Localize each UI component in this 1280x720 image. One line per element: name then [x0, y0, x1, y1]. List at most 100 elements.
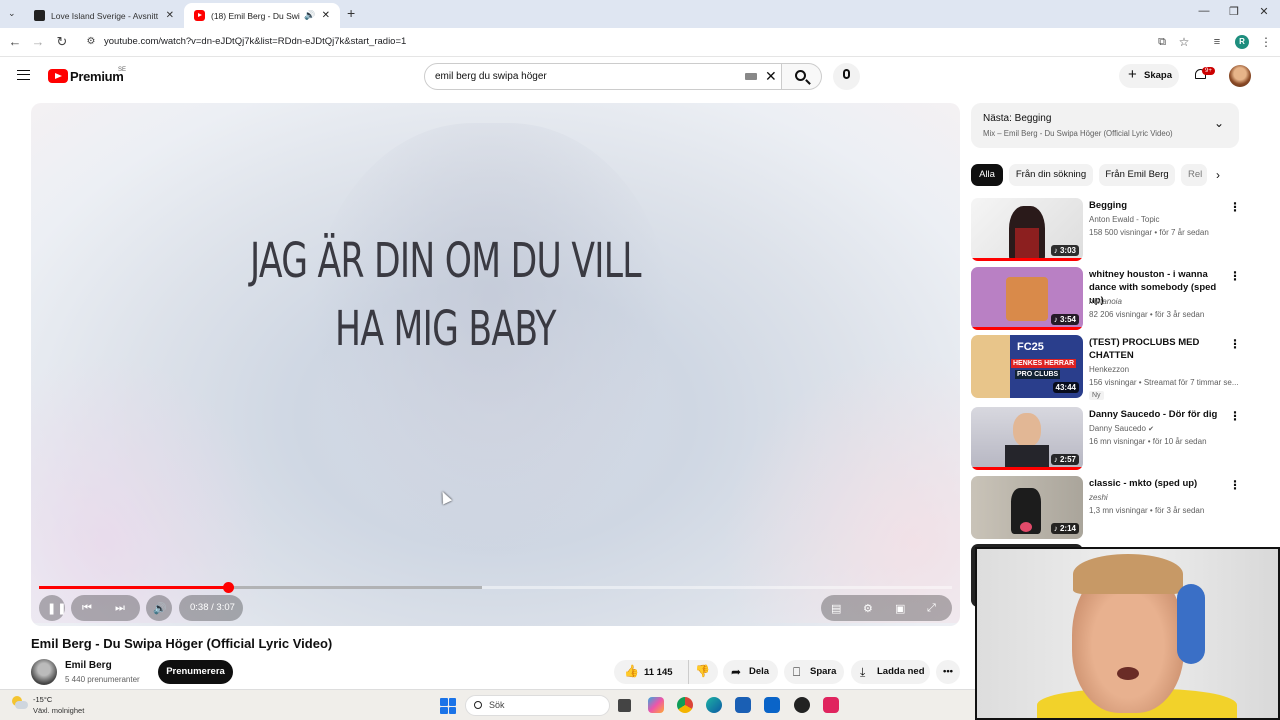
recommendation-title[interactable]: classic - mkto (sped up): [1089, 477, 1229, 490]
volume-button[interactable]: 🔊: [146, 595, 172, 621]
chevron-down-icon[interactable]: ⌄: [1214, 116, 1224, 130]
weather-temperature[interactable]: -15°C: [33, 695, 52, 704]
tab-emil-berg[interactable]: (18) Emil Berg - Du Swipa H 🔊 ✕: [184, 3, 340, 28]
menu-icon[interactable]: ⋮: [1257, 35, 1275, 49]
recommendation-channel[interactable]: zeshi: [1089, 493, 1108, 502]
video-thumbnail[interactable]: ♪ 2:14: [971, 476, 1083, 539]
minimize-icon[interactable]: —: [1194, 5, 1214, 17]
profile-avatar[interactable]: R: [1235, 35, 1249, 49]
close-window-icon[interactable]: ✕: [1254, 5, 1274, 18]
new-tab-button[interactable]: +: [347, 5, 355, 21]
tiktok-icon[interactable]: [823, 697, 839, 713]
clear-search-icon[interactable]: ✕: [765, 68, 777, 85]
video-player[interactable]: JAG ÄR DIN OM DU VILL HA MIG BABY ❚❚ ⏮ ⏭…: [31, 103, 960, 626]
install-app-icon[interactable]: ⧉: [1153, 36, 1171, 49]
save-button[interactable]: ⎕ Spara: [784, 660, 844, 684]
bookmark-star-icon[interactable]: ☆: [1175, 35, 1193, 49]
share-button[interactable]: ➦ Dela: [723, 660, 778, 684]
youtube-logo-icon[interactable]: [48, 69, 68, 83]
more-vertical-icon[interactable]: ⋮: [1229, 409, 1241, 423]
video-thumbnail[interactable]: ♪ 2:57: [971, 407, 1083, 470]
media-control-icon[interactable]: ≡: [1208, 36, 1226, 48]
recommendation-title[interactable]: Begging: [1089, 199, 1229, 212]
voice-search-button[interactable]: [833, 63, 860, 90]
recommendation-channel[interactable]: Danny Saucedo ✔: [1089, 424, 1154, 433]
recommendation-channel[interactable]: Anton Ewald - Topic: [1089, 215, 1160, 224]
recommendation-item[interactable]: FC25 HENKES HERRAR PRO CLUBS 43:44 (TEST…: [971, 335, 1241, 400]
more-vertical-icon[interactable]: ⋮: [1229, 337, 1241, 351]
playlist-next-panel[interactable]: Nästa: Begging Mix – Emil Berg - Du Swip…: [971, 103, 1239, 148]
video-thumbnail[interactable]: ♪ 3:03: [971, 198, 1083, 261]
bookmark-icon: ⎕: [793, 665, 801, 679]
tab-search-icon[interactable]: ⌄: [8, 8, 16, 19]
filter-chip-related[interactable]: Rel: [1181, 164, 1207, 186]
logo-text[interactable]: Premium: [70, 69, 124, 84]
next-icon[interactable]: ⏭: [115, 602, 125, 615]
tab-close-icon[interactable]: ✕: [166, 10, 174, 21]
lyric-line: HA MIG BABY: [335, 301, 556, 357]
chrome-icon[interactable]: [677, 697, 693, 713]
video-thumbnail[interactable]: ♪ 3:54: [971, 267, 1083, 330]
like-button[interactable]: 👍 11 145: [614, 660, 684, 684]
subscribe-button[interactable]: Prenumerera: [158, 660, 233, 684]
download-button[interactable]: ⤓ Ladda ned: [851, 660, 930, 684]
more-horizontal-icon: •••: [943, 666, 953, 677]
reload-icon[interactable]: ↻: [53, 34, 71, 50]
task-view-icon[interactable]: [618, 699, 631, 712]
hamburger-menu-icon[interactable]: [17, 70, 30, 80]
search-input[interactable]: emil berg du swipa höger ✕: [424, 63, 782, 90]
url-field[interactable]: youtube.com/watch?v=dn-eJDtQj7k&list=RDd…: [104, 36, 406, 47]
tab-love-island[interactable]: Love Island Sverige - Avsnitt 13 ✕: [24, 3, 184, 28]
recommendation-channel[interactable]: Henkezzon: [1089, 365, 1129, 374]
miniplayer-icon[interactable]: ▣: [895, 602, 905, 615]
edge-icon[interactable]: [706, 697, 722, 713]
restore-icon[interactable]: ❐: [1224, 5, 1244, 18]
duration-text: 43:44: [1055, 383, 1076, 392]
tab-favicon-icon: [34, 10, 45, 21]
weather-description[interactable]: Växl. molnighet: [33, 706, 84, 715]
copilot-icon[interactable]: [648, 697, 664, 713]
tab-audio-icon[interactable]: 🔊: [304, 10, 315, 21]
more-vertical-icon[interactable]: ⋮: [1229, 478, 1241, 492]
windows-start-icon[interactable]: [440, 698, 456, 714]
fullscreen-icon[interactable]: ⤢: [927, 602, 936, 615]
more-actions-button[interactable]: •••: [936, 660, 960, 684]
video-thumbnail[interactable]: FC25 HENKES HERRAR PRO CLUBS 43:44: [971, 335, 1083, 398]
recommendation-item[interactable]: ♪ 3:54 whitney houston - i wanna dance w…: [971, 267, 1241, 331]
outlook-icon[interactable]: [764, 697, 780, 713]
play-pause-button[interactable]: ❚❚: [39, 595, 66, 621]
search-button[interactable]: [782, 63, 822, 90]
create-button[interactable]: Skapa: [1119, 63, 1179, 88]
channel-avatar[interactable]: [31, 659, 57, 685]
filter-chip-from-search[interactable]: Från din sökning: [1009, 164, 1093, 186]
keyboard-icon[interactable]: [745, 73, 757, 80]
duration-text: 2:14: [1059, 524, 1076, 533]
tab-close-icon[interactable]: ✕: [322, 10, 330, 21]
recommendation-item[interactable]: ♪ 2:14 classic - mkto (sped up) zeshi 1,…: [971, 476, 1241, 540]
chevron-right-icon[interactable]: ›: [1216, 168, 1220, 182]
store-icon[interactable]: [735, 697, 751, 713]
taskbar-search-input[interactable]: Sök: [465, 695, 610, 716]
recommendation-item[interactable]: ♪ 2:57 Danny Saucedo - Dör för dig Danny…: [971, 407, 1241, 471]
subtitles-icon[interactable]: ▤: [831, 602, 841, 615]
obs-icon[interactable]: [794, 697, 810, 713]
dislike-button[interactable]: 👎: [688, 660, 716, 684]
forward-icon[interactable]: →: [29, 34, 47, 49]
youtube-header: Premium SE emil berg du swipa höger ✕ Sk…: [0, 57, 1280, 97]
recommendation-channel[interactable]: metanoia: [1089, 297, 1122, 306]
progress-scrubber[interactable]: [222, 582, 234, 593]
recommendation-item[interactable]: ♪ 3:03 Begging Anton Ewald - Topic 158 5…: [971, 198, 1241, 262]
settings-gear-icon[interactable]: ⚙: [863, 602, 873, 615]
recommendation-title[interactable]: (TEST) PROCLUBS MED CHATTEN: [1089, 336, 1229, 362]
filter-chip-all[interactable]: Alla: [971, 164, 1003, 186]
site-info-icon[interactable]: ⚙: [82, 36, 100, 47]
more-vertical-icon[interactable]: ⋮: [1229, 200, 1241, 214]
previous-icon[interactable]: ⏮: [82, 602, 92, 615]
channel-name[interactable]: Emil Berg: [65, 660, 112, 671]
filter-chip-from-channel[interactable]: Från Emil Berg: [1099, 164, 1175, 186]
account-avatar[interactable]: [1229, 65, 1251, 87]
back-icon[interactable]: ←: [6, 34, 24, 49]
recommendation-title[interactable]: Danny Saucedo - Dör för dig: [1089, 408, 1229, 421]
more-vertical-icon[interactable]: ⋮: [1229, 269, 1241, 283]
search-value: emil berg du swipa höger: [435, 71, 547, 82]
